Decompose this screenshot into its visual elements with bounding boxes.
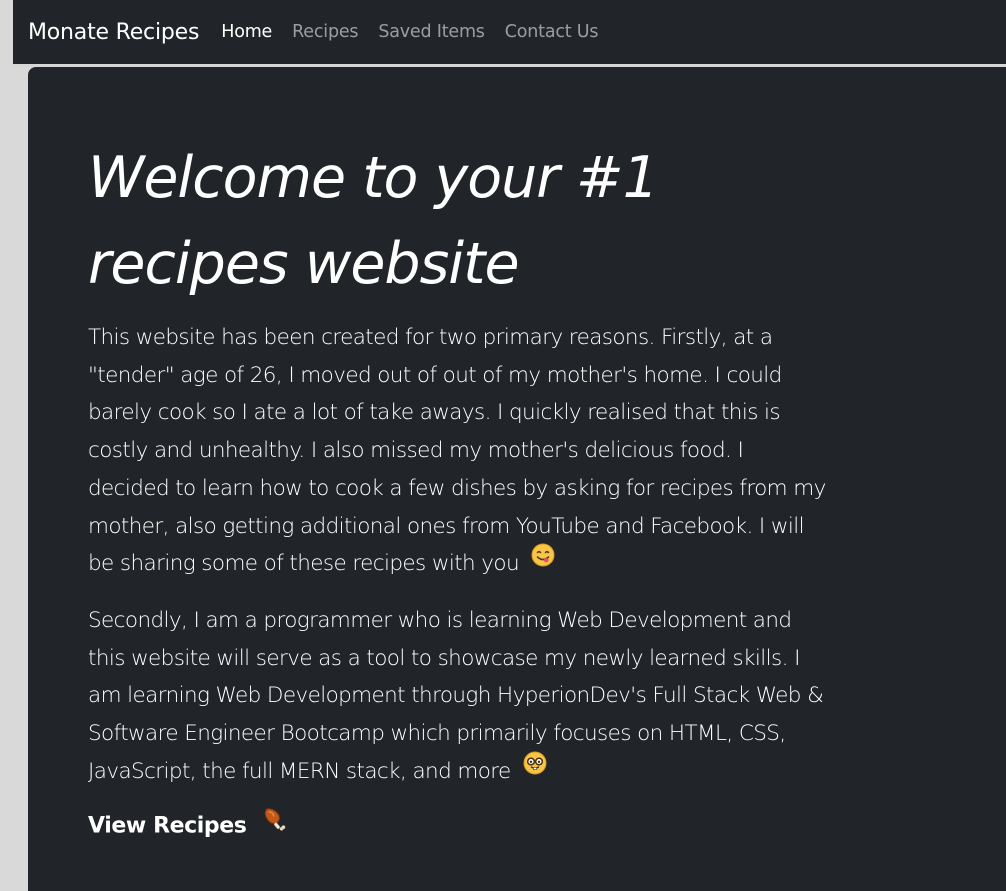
intro-paragraph-2-text: Secondly, I am a programmer who is learn… [88, 608, 824, 784]
nerd-face-icon [523, 750, 547, 788]
nav-links: Home Recipes Saved Items Contact Us [221, 22, 618, 42]
yum-face-icon [531, 542, 555, 580]
intro-paragraph-1-text: This website has been created for two pr… [88, 325, 826, 577]
nav-link-contact-us[interactable]: Contact Us [505, 22, 599, 42]
brand-logo-text[interactable]: Monate Recipes [28, 20, 199, 45]
drumstick-icon [260, 806, 286, 841]
hero-section: Welcome to your #1 recipes website This … [28, 67, 1006, 891]
navbar: Monate Recipes Home Recipes Saved Items … [13, 0, 1006, 64]
nav-link-recipes[interactable]: Recipes [292, 22, 358, 42]
view-recipes-label: View Recipes [88, 813, 247, 839]
intro-paragraph-1: This website has been created for two pr… [88, 319, 828, 583]
view-recipes-button[interactable]: View Recipes [88, 806, 286, 844]
intro-paragraph-2: Secondly, I am a programmer who is learn… [88, 602, 828, 791]
nav-link-home[interactable]: Home [221, 22, 272, 42]
hero-title: Welcome to your #1 recipes website [88, 145, 659, 297]
nav-link-saved-items[interactable]: Saved Items [378, 22, 485, 42]
